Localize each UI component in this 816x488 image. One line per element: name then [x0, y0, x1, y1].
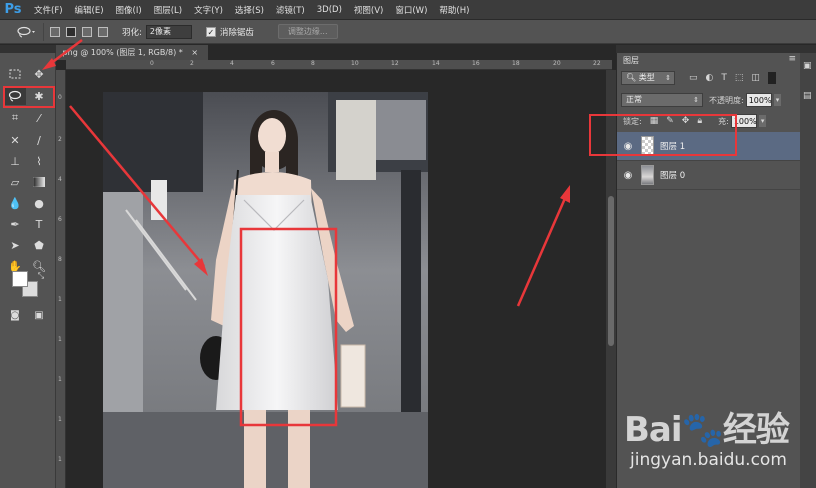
baidu-jingyan-logo: Bai🐾经验 — [624, 410, 790, 450]
foreground-color-swatch[interactable] — [12, 271, 28, 287]
watermark-url: jingyan.baidu.com — [630, 450, 787, 470]
